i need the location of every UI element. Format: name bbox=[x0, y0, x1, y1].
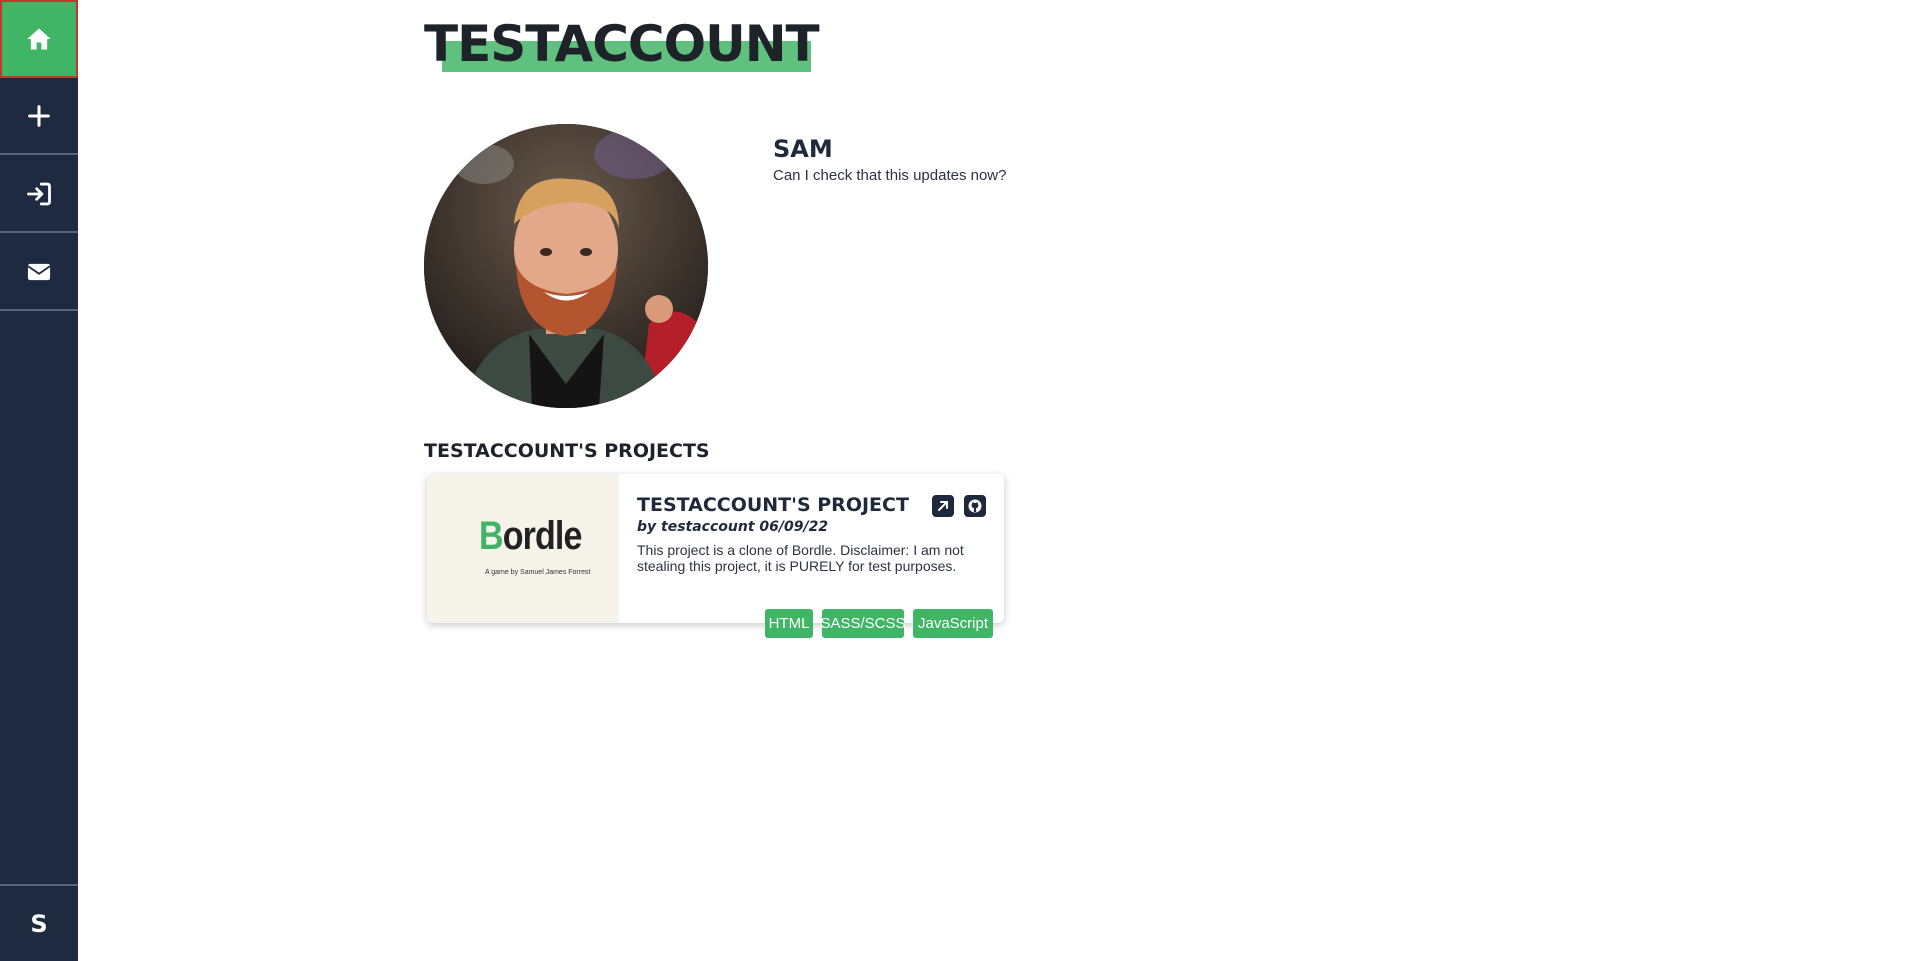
profile-photo bbox=[424, 124, 708, 408]
page-title: TESTACCOUNT bbox=[424, 15, 820, 73]
user-initial-button[interactable]: S bbox=[0, 884, 78, 961]
project-card[interactable]: Bordle A game by Samuel James Forrest TE… bbox=[427, 474, 1004, 638]
thumbnail-credit: A game by Samuel James Forrest bbox=[485, 569, 591, 576]
plus-icon bbox=[28, 104, 50, 127]
project-description: This project is a clone of Bordle. Discl… bbox=[637, 542, 964, 574]
nav-contact-button[interactable] bbox=[0, 234, 78, 311]
thumbnail-logo-accent: B bbox=[479, 514, 504, 558]
project-title: TESTACCOUNT'S PROJECT bbox=[637, 494, 909, 516]
projects-heading: TESTACCOUNT'S PROJECTS bbox=[424, 440, 710, 462]
project-tag: HTML bbox=[765, 609, 813, 638]
envelope-icon bbox=[27, 263, 51, 280]
project-meta: by testaccount 06/09/22 bbox=[637, 519, 829, 535]
nav-add-button[interactable] bbox=[0, 78, 78, 155]
user-initial: S bbox=[30, 909, 48, 938]
profile-name: SAM bbox=[773, 135, 833, 163]
project-thumbnail: Bordle A game by Samuel James Forrest bbox=[427, 474, 619, 623]
project-tag: JavaScript bbox=[913, 609, 993, 638]
project-tag: SASS/SCSS bbox=[820, 609, 906, 638]
home-icon bbox=[27, 28, 51, 50]
avatar bbox=[424, 124, 708, 408]
thumbnail-logo: Bordle bbox=[479, 514, 582, 559]
nav-login-button[interactable] bbox=[0, 156, 78, 233]
sign-in-icon bbox=[27, 182, 51, 205]
nav-home-button[interactable] bbox=[0, 0, 78, 78]
github-icon bbox=[968, 499, 982, 513]
sidebar: S bbox=[0, 0, 78, 961]
thumbnail-logo-rest: ordle bbox=[502, 514, 583, 558]
github-link-button[interactable] bbox=[964, 495, 986, 517]
external-link-icon bbox=[938, 501, 948, 511]
profile-bio: Can I check that this updates now? bbox=[773, 167, 1007, 184]
external-link-button[interactable] bbox=[932, 495, 954, 517]
